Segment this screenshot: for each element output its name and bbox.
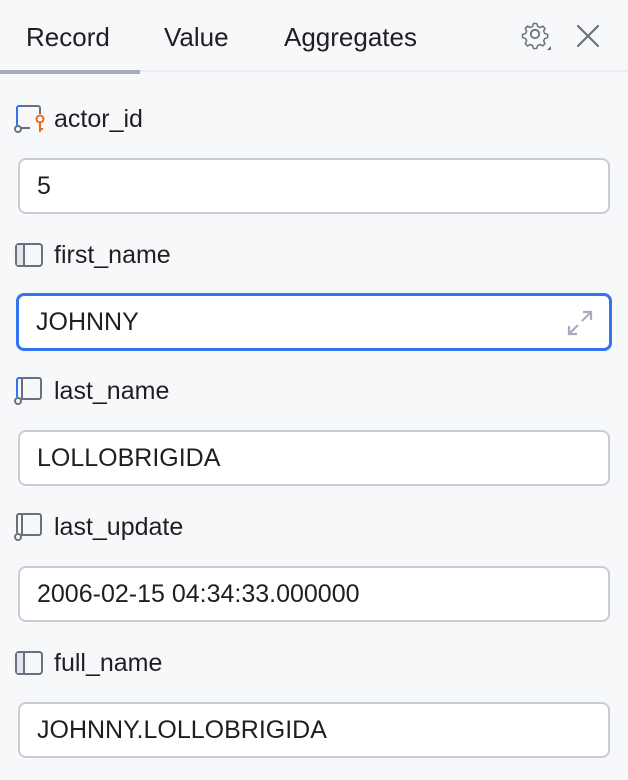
column-icon xyxy=(15,243,43,267)
field-name: actor_id xyxy=(54,104,143,133)
field-name: first_name xyxy=(54,240,171,269)
primary-key-column-icon xyxy=(14,105,45,133)
field-label-first-name: first_name xyxy=(14,240,171,270)
field-value: JOHNNY xyxy=(36,308,139,336)
indexed-column-icon xyxy=(14,377,42,405)
tab-bar: Record Value Aggregates xyxy=(0,0,628,74)
close-icon xyxy=(576,24,600,48)
close-button[interactable] xyxy=(572,20,604,52)
field-input-actor-id[interactable]: 5 xyxy=(18,158,610,214)
field-name: last_name xyxy=(54,376,170,405)
expand-icon[interactable] xyxy=(563,306,597,340)
field-label-actor-id: actor_id xyxy=(14,104,143,134)
field-input-last-name[interactable]: LOLLOBRIGIDA xyxy=(18,430,610,486)
tab-record[interactable]: Record xyxy=(0,0,140,74)
column-icon xyxy=(15,651,43,675)
settings-button[interactable] xyxy=(520,20,552,52)
field-input-last-update[interactable]: 2006-02-15 04:34:33.000000 xyxy=(18,566,610,622)
field-name: full_name xyxy=(54,648,163,677)
field-input-full-name[interactable]: JOHNNY.LOLLOBRIGIDA xyxy=(18,702,610,758)
field-input-first-name[interactable]: JOHNNY xyxy=(16,293,612,351)
tab-aggregates[interactable]: Aggregates xyxy=(284,0,417,72)
field-label-last-update: last_update xyxy=(14,512,183,542)
gear-icon xyxy=(521,22,551,50)
not-null-column-icon xyxy=(14,513,42,541)
field-label-last-name: last_name xyxy=(14,376,169,406)
field-name: last_update xyxy=(54,512,184,541)
field-label-full-name: full_name xyxy=(14,648,162,678)
tab-value[interactable]: Value xyxy=(164,0,229,72)
